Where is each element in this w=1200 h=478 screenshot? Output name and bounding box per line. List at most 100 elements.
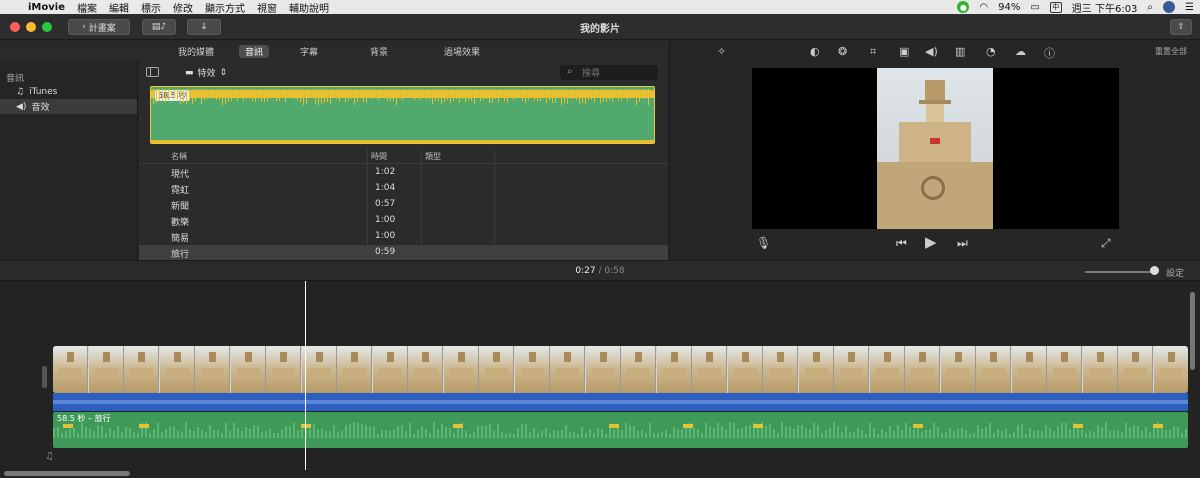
table-row[interactable]: 歡樂 1:00 — [139, 213, 668, 229]
folder-selector[interactable]: ▬ 特效 ⇕ — [185, 66, 227, 80]
menu-file[interactable]: 檔案 — [71, 0, 103, 15]
fullscreen-icon[interactable]: ⤢ — [1101, 236, 1111, 251]
tab-titles[interactable]: 字幕 — [294, 45, 324, 58]
search-input[interactable]: ⌕ 搜尋 — [560, 65, 658, 80]
tab-transitions[interactable]: 過場效果 — [438, 45, 486, 58]
waveform-bar — [1109, 430, 1111, 438]
sidebar-item-sound-effects[interactable]: ◀) 音效 — [0, 99, 137, 114]
table-row[interactable]: 新聞 0:57 — [139, 197, 668, 213]
sidebar-toggle-icon[interactable] — [146, 67, 159, 77]
magic-wand-icon[interactable]: ✧ — [717, 45, 726, 58]
waveform-tick — [630, 89, 631, 99]
spotlight-icon[interactable]: ⌕ — [1147, 2, 1153, 13]
microphone-icon[interactable]: 🎙 — [756, 236, 771, 250]
battery-percent[interactable]: 94% — [998, 2, 1020, 13]
table-row[interactable]: 霓虹 1:04 — [139, 181, 668, 197]
battery-icon[interactable]: ▭ — [1030, 2, 1039, 13]
equalizer-icon[interactable]: ▥ — [955, 45, 965, 58]
sidebar-item-itunes[interactable]: ♫ iTunes — [0, 84, 137, 99]
clock[interactable]: 週三 下午6:03 — [1072, 0, 1138, 15]
column-header-time[interactable]: 時間 — [371, 149, 387, 163]
sound-name: 簡易 — [171, 234, 190, 244]
table-row[interactable]: 現代 1:02 — [139, 165, 668, 181]
waveform-bar — [573, 432, 575, 438]
waveform-bar — [233, 423, 235, 438]
crop-icon[interactable]: ⌗ — [870, 45, 876, 59]
wechat-icon[interactable]: ● — [957, 1, 970, 13]
menu-mark[interactable]: 標示 — [135, 0, 167, 15]
menu-help[interactable]: 輔助說明 — [283, 0, 335, 15]
tab-backgrounds[interactable]: 背景 — [364, 45, 394, 58]
stabilization-icon[interactable]: ▣ — [899, 45, 909, 58]
waveform-bar — [469, 433, 471, 438]
waveform-tick — [330, 89, 331, 105]
clip-trim-handle[interactable] — [42, 366, 47, 388]
playhead[interactable] — [305, 281, 306, 470]
timeline[interactable]: 58.5 秒 – 旅行 — [0, 281, 1200, 478]
horizontal-scrollbar[interactable] — [4, 471, 130, 476]
table-row-selected[interactable]: 旅行 0:59 — [139, 245, 668, 261]
waveform-bar — [401, 425, 403, 438]
waveform-tick — [207, 89, 208, 99]
video-clip[interactable] — [53, 346, 1188, 393]
wifi-icon[interactable]: ◠ — [979, 2, 988, 13]
audio-preview-waveform[interactable]: 58.5 秒 — [150, 86, 655, 144]
info-icon[interactable]: ⓘ — [1044, 45, 1055, 61]
user-avatar[interactable] — [1163, 1, 1176, 13]
notification-center-icon[interactable]: ☰ — [1185, 2, 1194, 13]
column-header-name[interactable]: 名稱 — [171, 149, 187, 163]
menu-view[interactable]: 顯示方式 — [199, 0, 251, 15]
table-header-divider — [139, 163, 668, 164]
menu-app[interactable]: iMovie — [22, 2, 71, 13]
volume-icon[interactable]: ◀) — [925, 45, 938, 58]
waveform-bar — [641, 429, 643, 438]
tab-my-media[interactable]: 我的媒體 — [172, 45, 220, 58]
waveform-tick — [597, 89, 598, 99]
waveform-bar — [989, 423, 991, 438]
column-header-type[interactable]: 類型 — [425, 149, 441, 163]
color-balance-icon[interactable]: ◐ — [810, 45, 820, 58]
waveform-tick — [489, 89, 490, 104]
zoom-slider-track[interactable] — [1085, 271, 1157, 273]
waveform-bar — [341, 430, 343, 438]
waveform-bar — [97, 424, 99, 438]
input-method-icon[interactable]: 中 — [1049, 1, 1062, 13]
waveform-bar — [417, 429, 419, 438]
table-row[interactable]: 簡易 1:00 — [139, 229, 668, 245]
skip-back-icon[interactable]: ⏮ — [896, 236, 907, 251]
menu-window[interactable]: 視窗 — [251, 0, 283, 15]
waveform-tick — [246, 89, 247, 100]
vertical-scrollbar[interactable] — [1190, 292, 1195, 370]
waveform-tick — [456, 89, 457, 99]
clip-filter-icon[interactable]: ☁ — [1015, 45, 1026, 58]
sound-time: 1:04 — [375, 183, 396, 193]
puppet-hat — [925, 80, 945, 102]
time-separator: / — [598, 266, 602, 276]
menu-edit[interactable]: 編輯 — [103, 0, 135, 15]
waveform-tick — [543, 89, 544, 98]
filmstrip-thumbnail — [230, 346, 266, 393]
color-correction-icon[interactable]: ❂ — [838, 45, 847, 58]
timeline-settings-button[interactable]: 設定 — [1166, 266, 1184, 279]
zoom-slider-knob[interactable] — [1150, 266, 1159, 275]
waveform-tick — [405, 89, 406, 98]
clip-audio-track[interactable] — [53, 393, 1188, 411]
share-button[interactable]: ⇪ — [1170, 19, 1192, 35]
filmstrip-thumbnail — [692, 346, 727, 393]
speed-icon[interactable]: ◔ — [986, 45, 996, 58]
sound-name: 現代 — [171, 170, 190, 180]
filmstrip-thumbnail — [408, 346, 443, 393]
puppet-red-block — [930, 138, 940, 144]
music-well-icon: ♫ — [45, 451, 54, 462]
waveform-bar — [681, 429, 683, 438]
tab-audio[interactable]: 音訊 — [239, 45, 270, 58]
menu-modify[interactable]: 修改 — [167, 0, 199, 15]
play-icon[interactable]: ▶ — [925, 233, 937, 251]
skip-forward-icon[interactable]: ⏭ — [957, 236, 968, 251]
waveform-bar — [249, 429, 251, 438]
waveform-bar — [925, 429, 927, 438]
music-clip[interactable]: 58.5 秒 – 旅行 — [53, 412, 1188, 448]
waveform-bar — [289, 426, 291, 438]
waveform-tick — [258, 89, 259, 99]
reset-all-button[interactable]: 重置全部 — [1155, 46, 1187, 57]
